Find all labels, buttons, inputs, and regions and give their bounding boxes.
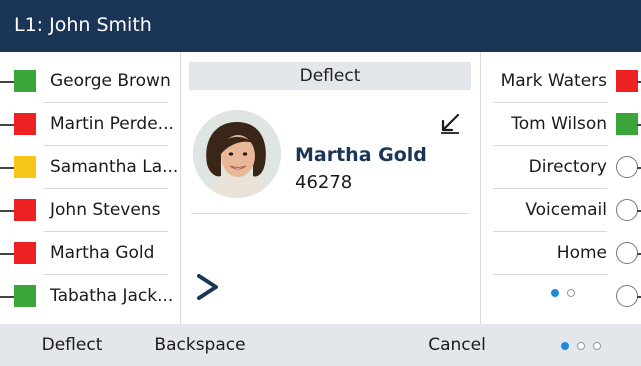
left-key-3[interactable]: Samantha La... <box>0 146 180 189</box>
title-bar: L1: John Smith <box>0 0 641 52</box>
caller-avatar <box>193 110 281 198</box>
call-pane: Deflect Martha Gold 46278 <box>181 52 480 324</box>
right-key-label: Home <box>556 243 607 263</box>
left-key-6[interactable]: Tabatha Jack... <box>0 275 180 318</box>
key-connector <box>637 124 641 126</box>
key-connector <box>0 167 14 169</box>
right-key-label: Mark Waters <box>500 71 607 91</box>
left-key-2[interactable]: Martin Perde... <box>0 103 180 146</box>
presence-indicator <box>14 70 36 92</box>
presence-indicator <box>14 199 36 221</box>
key-indicator-circle <box>616 156 638 178</box>
key-connector <box>0 253 14 255</box>
right-key-label: Tom Wilson <box>511 114 607 134</box>
left-keys-panel: George Brown Martin Perde... Samantha La… <box>0 52 180 324</box>
key-connector <box>0 210 14 212</box>
left-key-label: Tabatha Jack... <box>50 286 174 306</box>
presence-indicator <box>616 113 638 135</box>
right-key-2[interactable]: Tom Wilson <box>481 103 641 146</box>
key-connector <box>0 124 14 126</box>
detail-divider <box>191 213 469 214</box>
key-connector <box>637 210 641 212</box>
left-key-label: Samantha La... <box>50 157 179 177</box>
chevron-right-icon[interactable] <box>195 272 221 302</box>
page-dot <box>577 342 585 350</box>
right-key-label: Directory <box>528 157 607 177</box>
caller-name: Martha Gold <box>295 144 427 166</box>
presence-indicator <box>14 285 36 307</box>
screen-title: Deflect <box>189 62 471 90</box>
left-key-label: John Stevens <box>50 200 161 220</box>
key-indicator-circle <box>616 199 638 221</box>
left-key-label: George Brown <box>50 71 171 91</box>
presence-indicator <box>616 70 638 92</box>
key-connector <box>0 296 14 298</box>
key-connector <box>637 167 641 169</box>
phone-screen: L1: John Smith George Brown Martin Perde… <box>0 0 641 366</box>
backspace-softkey[interactable]: Backspace <box>146 324 254 366</box>
key-connector <box>637 296 641 298</box>
key-indicator-circle <box>616 242 638 264</box>
page-dot <box>567 289 575 297</box>
key-connector <box>637 253 641 255</box>
caller-number: 46278 <box>295 172 353 193</box>
presence-indicator <box>14 242 36 264</box>
right-key-4[interactable]: Voicemail <box>481 189 641 232</box>
right-key-1[interactable]: Mark Waters <box>481 60 641 103</box>
key-page-indicator <box>551 288 587 300</box>
right-keys-panel: Mark Waters Tom Wilson Directory Voicema… <box>481 52 641 324</box>
caller-photo <box>193 110 281 198</box>
deflect-softkey[interactable]: Deflect <box>22 324 122 366</box>
right-key-5[interactable]: Home <box>481 232 641 275</box>
softkey-page-indicator <box>561 341 611 351</box>
page-dot <box>593 342 601 350</box>
left-key-4[interactable]: John Stevens <box>0 189 180 232</box>
cancel-softkey[interactable]: Cancel <box>412 324 502 366</box>
right-key-label: Voicemail <box>525 200 607 220</box>
page-dot-active <box>551 289 559 297</box>
left-key-5[interactable]: Martha Gold <box>0 232 180 275</box>
left-key-label: Martha Gold <box>50 243 155 263</box>
page-dot-active <box>561 342 569 350</box>
incoming-call-icon <box>441 113 460 134</box>
softkey-bar: Deflect Backspace Cancel <box>0 324 641 366</box>
left-key-1[interactable]: George Brown <box>0 60 180 103</box>
left-key-label: Martin Perde... <box>50 114 174 134</box>
presence-indicator <box>14 113 36 135</box>
key-indicator-circle <box>616 285 638 307</box>
right-key-3[interactable]: Directory <box>481 146 641 189</box>
presence-indicator <box>14 156 36 178</box>
key-connector <box>637 81 641 83</box>
key-connector <box>0 81 14 83</box>
line-title: L1: John Smith <box>14 14 152 36</box>
